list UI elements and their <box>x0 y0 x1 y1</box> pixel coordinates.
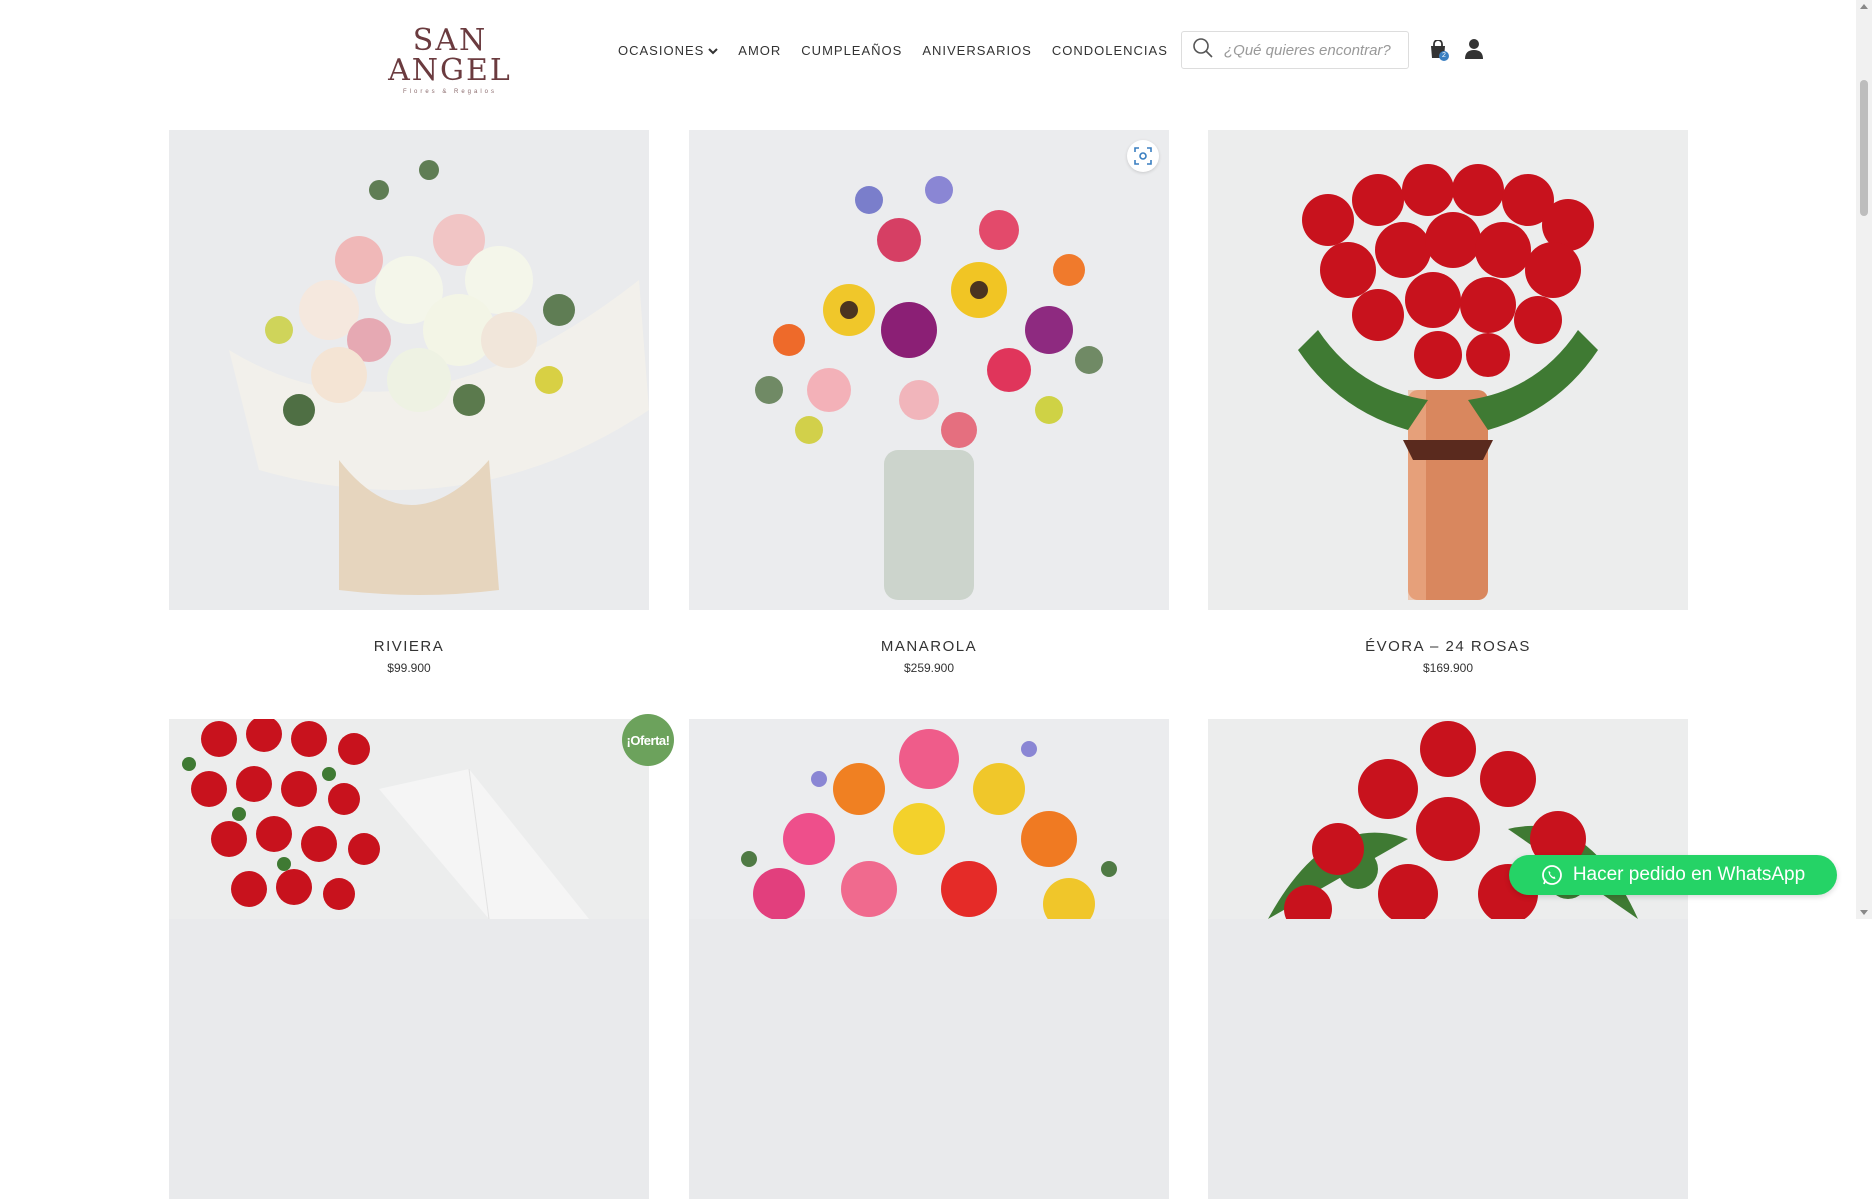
nav-item-amor[interactable]: AMOR <box>738 43 781 58</box>
product-image[interactable] <box>169 130 649 610</box>
product-card[interactable] <box>169 719 649 1199</box>
scroll-thumb[interactable] <box>1860 80 1868 216</box>
nav-item-label: OCASIONES <box>618 43 705 58</box>
search-input[interactable] <box>1222 40 1406 60</box>
product-price: $99.900 <box>387 661 431 675</box>
logo-tagline: Flores & Regalos <box>402 89 498 95</box>
product-card-riviera[interactable]: RIVIERA $99.900 <box>169 130 649 675</box>
nav-item-aniversarios[interactable]: ANIVERSARIOS <box>922 43 1032 58</box>
scroll-up-arrow[interactable] <box>1860 4 1868 9</box>
nav-item-label: CONDOLENCIAS <box>1051 43 1168 58</box>
sale-badge: ¡Oferta! <box>622 714 674 766</box>
product-name[interactable]: MANAROLA <box>689 638 1169 655</box>
whatsapp-icon <box>1541 865 1562 885</box>
logo-text: SAN ANGEL <box>388 23 512 88</box>
product-card-evora[interactable]: ÉVORA – 24 ROSAS $169.900 <box>1208 130 1688 675</box>
product-image[interactable] <box>1208 130 1688 610</box>
product-card[interactable] <box>689 719 1169 1199</box>
product-name[interactable]: RIVIERA <box>169 638 649 655</box>
logo[interactable]: SAN ANGEL Flores & Regalos <box>365 23 535 96</box>
nav-item-label: ANIVERSARIOS <box>922 43 1032 58</box>
nav-item-ocasiones[interactable]: OCASIONES <box>618 43 719 58</box>
product-price: $259.900 <box>903 661 955 675</box>
product-price: $169.900 <box>1422 661 1474 675</box>
chevron-down-icon <box>708 43 719 58</box>
whatsapp-button-label: Hacer pedido en WhatsApp <box>1572 864 1806 885</box>
site-header: SAN ANGEL Flores & Regalos OCASIONES AMO… <box>0 0 1856 100</box>
user-account-icon[interactable] <box>1465 38 1483 60</box>
nav-item-cumpleanos[interactable]: CUMPLEAÑOS <box>801 43 902 58</box>
search-icon[interactable] <box>1182 37 1214 64</box>
scroll-down-arrow[interactable] <box>1860 910 1868 915</box>
product-image[interactable] <box>689 719 1169 1199</box>
nav-item-label: AMOR <box>738 43 782 58</box>
vertical-scrollbar[interactable] <box>1856 0 1872 919</box>
product-card-manarola[interactable]: MANAROLA $259.900 <box>689 130 1169 675</box>
product-card[interactable] <box>1208 719 1688 1199</box>
search-box[interactable] <box>1181 31 1409 69</box>
nav-item-label: CUMPLEAÑOS <box>801 43 903 58</box>
product-name[interactable]: ÉVORA – 24 ROSAS <box>1208 638 1688 655</box>
main-nav: OCASIONES AMOR CUMPLEAÑOS ANIVERSARIOS C… <box>618 43 1188 58</box>
product-image[interactable] <box>169 719 649 1199</box>
nav-item-condolencias[interactable]: CONDOLENCIAS <box>1052 43 1168 58</box>
zoom-icon[interactable] <box>1127 140 1159 172</box>
whatsapp-order-button[interactable]: Hacer pedido en WhatsApp <box>1509 855 1837 895</box>
product-image[interactable] <box>1208 719 1688 1199</box>
product-image[interactable] <box>689 130 1169 610</box>
cart-count-badge: 2 <box>1439 51 1449 61</box>
